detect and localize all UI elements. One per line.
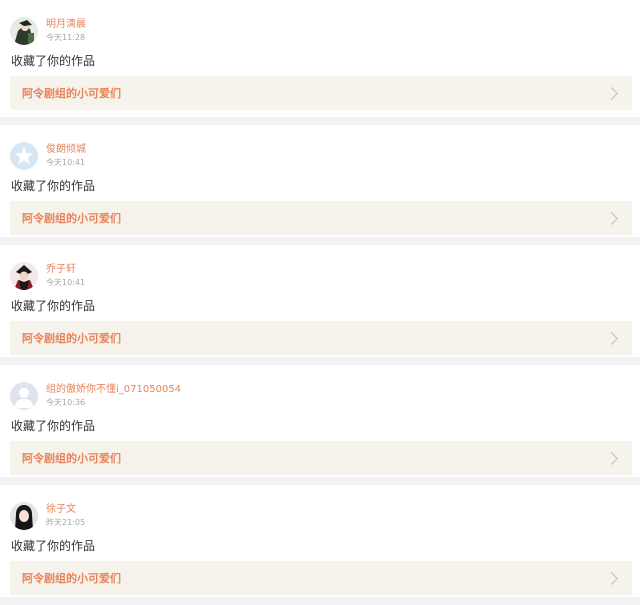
work-link[interactable]: 阿令剧组的小可爱们	[10, 321, 632, 355]
username[interactable]: 明月清晨	[46, 18, 86, 31]
username[interactable]: 俊朗倾城	[46, 143, 86, 156]
work-link[interactable]: 阿令剧组的小可爱们	[10, 441, 632, 475]
action-text: 收藏了你的作品	[11, 419, 96, 433]
avatar[interactable]	[10, 262, 38, 290]
avatar[interactable]	[10, 17, 38, 45]
notification-header: 俊朗倾城 今天10:41	[10, 141, 86, 171]
notification-card: 徐子文 昨天21:05 收藏了你的作品 阿令剧组的小可爱们	[0, 485, 640, 597]
action-text: 收藏了你的作品	[11, 539, 96, 553]
notification-card: 乔子轩 今天10:41 收藏了你的作品 阿令剧组的小可爱们	[0, 245, 640, 357]
avatar[interactable]	[10, 382, 38, 410]
avatar[interactable]	[10, 502, 38, 530]
timestamp: 今天11:28	[46, 33, 86, 42]
username[interactable]: 组的傲娇你不懂i_071050054	[46, 383, 181, 396]
username[interactable]: 徐子文	[46, 503, 85, 516]
work-title: 阿令剧组的小可爱们	[22, 452, 121, 465]
work-title: 阿令剧组的小可爱们	[22, 332, 121, 345]
avatar[interactable]	[10, 142, 38, 170]
work-title: 阿令剧组的小可爱们	[22, 572, 121, 585]
action-text: 收藏了你的作品	[11, 299, 96, 313]
user-photo-icon	[10, 502, 38, 530]
timestamp: 今天10:36	[46, 398, 86, 407]
notification-card: 组的傲娇你不懂i_071050054 今天10:36 收藏了你的作品 阿令剧组的…	[0, 365, 640, 477]
timestamp: 今天10:41	[46, 278, 86, 287]
chevron-right-icon	[605, 86, 618, 100]
notification-header: 组的傲娇你不懂i_071050054 今天10:36	[10, 381, 181, 411]
default-star-avatar-icon	[10, 142, 38, 170]
username[interactable]: 乔子轩	[46, 263, 85, 276]
notification-card: 明月清晨 今天11:28 收藏了你的作品 阿令剧组的小可爱们	[0, 0, 640, 117]
chevron-right-icon	[605, 451, 618, 465]
work-link[interactable]: 阿令剧组的小可爱们	[10, 201, 632, 235]
default-person-avatar-icon	[10, 382, 38, 410]
work-link[interactable]: 阿令剧组的小可爱们	[10, 76, 632, 110]
user-photo-icon	[10, 17, 38, 45]
notification-card: 俊朗倾城 今天10:41 收藏了你的作品 阿令剧组的小可爱们	[0, 125, 640, 237]
user-photo-icon	[10, 262, 38, 290]
timestamp: 今天10:41	[46, 158, 86, 167]
chevron-right-icon	[605, 331, 618, 345]
notification-header: 乔子轩 今天10:41	[10, 261, 85, 291]
timestamp: 昨天21:05	[46, 518, 86, 527]
notification-header: 明月清晨 今天11:28	[10, 16, 86, 46]
work-title: 阿令剧组的小可爱们	[22, 87, 121, 100]
action-text: 收藏了你的作品	[11, 54, 96, 68]
action-text: 收藏了你的作品	[11, 179, 96, 193]
work-title: 阿令剧组的小可爱们	[22, 212, 121, 225]
work-link[interactable]: 阿令剧组的小可爱们	[10, 561, 632, 595]
notification-list: 明月清晨 今天11:28 收藏了你的作品 阿令剧组的小可爱们 俊朗倾城 今天10…	[0, 0, 640, 605]
chevron-right-icon	[605, 211, 618, 225]
chevron-right-icon	[605, 571, 618, 585]
notification-header: 徐子文 昨天21:05	[10, 501, 85, 531]
